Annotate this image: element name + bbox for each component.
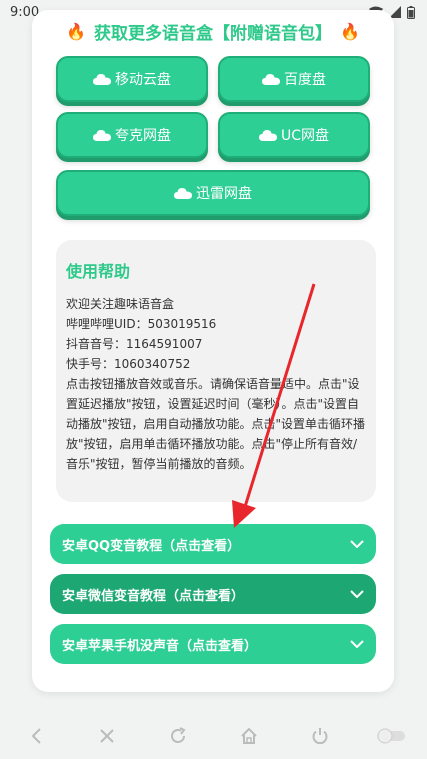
mobile-cloud-label: 移动云盘 <box>115 72 171 88</box>
help-line: 欢迎关注趣味语音盒 <box>66 297 175 311</box>
bottom-nav-bar <box>0 712 427 759</box>
mobile-cloud-button[interactable]: 移动云盘 <box>56 56 208 102</box>
xunlei-disk-label: 迅雷网盘 <box>196 186 252 202</box>
uc-disk-label: UC网盘 <box>280 128 330 144</box>
xunlei-disk-button[interactable]: 迅雷网盘 <box>56 170 370 216</box>
help-paragraph: 点击按钮播放音效或音乐。请确保语音量适中。点击"设置延迟播放"按钮，设置延迟时间… <box>66 377 366 471</box>
cloud-icon <box>262 74 280 85</box>
accordion-no-sound[interactable]: 安卓苹果手机没声音（点击查看） <box>50 624 376 664</box>
cloud-icon <box>258 130 277 141</box>
home-icon[interactable] <box>229 716 269 756</box>
help-content: 欢迎关注趣味语音盒 哔哩哔哩UID：503019516 抖音音号：1164591… <box>66 294 366 474</box>
accordion-label: 安卓微信变音教程（点击查看） <box>62 588 245 604</box>
back-icon[interactable] <box>16 716 56 756</box>
uc-disk-button[interactable]: UC网盘 <box>218 112 370 158</box>
page-title: 🔥 获取更多语音盒【附赠语音包】 🔥 <box>56 18 370 44</box>
cloud-icon <box>93 130 111 141</box>
help-panel: 使用帮助 欢迎关注趣味语音盒 哔哩哔哩UID：503019516 抖音音号：11… <box>56 240 376 502</box>
help-title: 使用帮助 <box>66 262 131 281</box>
baidu-disk-button[interactable]: 百度盘 <box>218 56 370 102</box>
page-title-text: 获取更多语音盒【附赠语音包】 <box>94 23 332 44</box>
help-line: 哔哩哔哩UID：503019516 <box>66 317 217 331</box>
close-icon[interactable] <box>87 716 127 756</box>
chevron-down-icon <box>350 590 364 598</box>
cloud-icon <box>93 74 111 85</box>
flame-icon: 🔥 <box>66 21 86 41</box>
quark-disk-label: 夸克网盘 <box>115 128 171 144</box>
accordion-qq-voice[interactable]: 安卓QQ变音教程（点击查看） <box>50 524 376 564</box>
battery-icon <box>407 5 415 19</box>
chevron-down-icon <box>350 640 364 648</box>
help-line: 抖音音号：1164591007 <box>66 337 203 351</box>
help-line: 快手号：1060340752 <box>66 357 191 371</box>
cloud-icon <box>174 188 192 199</box>
flame-icon: 🔥 <box>340 21 360 41</box>
quark-disk-button[interactable]: 夸克网盘 <box>56 112 208 158</box>
accordion-wechat-voice[interactable]: 安卓微信变音教程（点击查看） <box>50 574 376 614</box>
accordion-label: 安卓苹果手机没声音（点击查看） <box>62 638 258 654</box>
power-icon[interactable] <box>300 716 340 756</box>
baidu-disk-label: 百度盘 <box>284 72 326 88</box>
refresh-icon[interactable] <box>158 716 198 756</box>
accordion-label: 安卓QQ变音教程（点击查看） <box>62 538 241 554</box>
main-card: 🔥 获取更多语音盒【附赠语音包】 🔥 移动云盘 百度盘 夸克网盘 UC网盘 迅雷… <box>32 10 394 692</box>
chevron-down-icon <box>350 540 364 548</box>
toggle-switch[interactable] <box>371 716 411 756</box>
